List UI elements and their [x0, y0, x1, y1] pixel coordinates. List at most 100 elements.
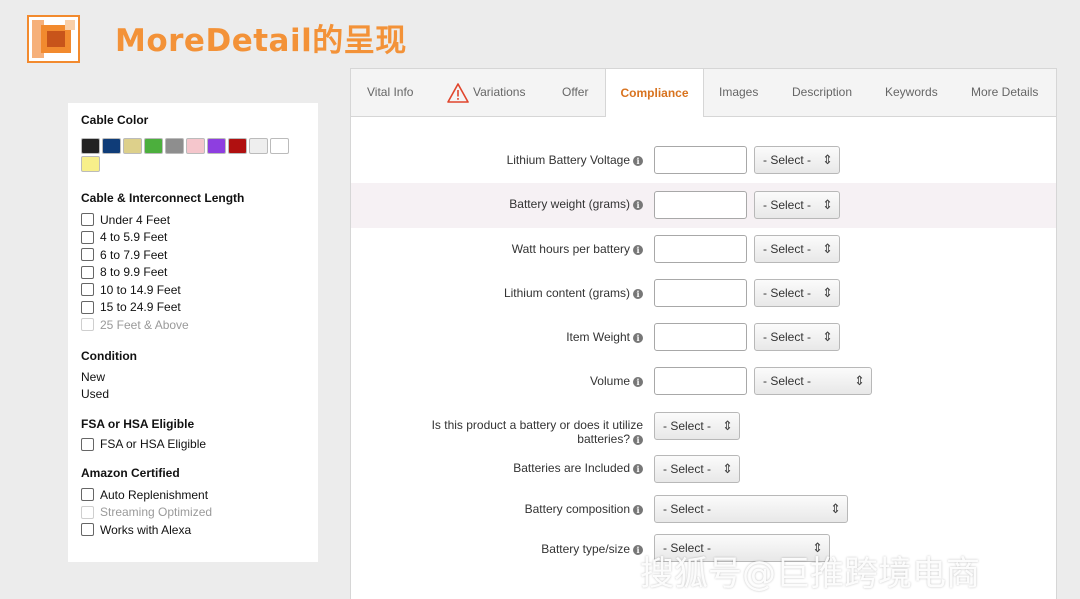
info-icon[interactable]: i	[633, 155, 643, 166]
color-swatch[interactable]	[228, 138, 247, 154]
field-label: Is this product a battery or does it uti…	[431, 418, 643, 446]
field-label: Lithium Battery Voltage i	[507, 153, 643, 167]
select-arrows-icon: ⇕	[822, 329, 833, 344]
warning-icon	[447, 82, 469, 103]
color-swatch[interactable]	[81, 138, 100, 154]
filter-panel: Cable Color Cable & Interconnect Length …	[68, 103, 318, 562]
checkbox-label: Auto Replenishment	[100, 487, 209, 502]
info-icon[interactable]: i	[633, 504, 643, 515]
cable-length-checkbox[interactable]: 10 to 14.9 Feet	[81, 281, 318, 299]
amazon-certified-heading: Amazon Certified	[81, 466, 180, 480]
battery-weight-unit-select[interactable]: - Select - ⇕	[754, 191, 840, 219]
color-swatch[interactable]	[249, 138, 268, 154]
select-arrows-icon: ⇕	[822, 152, 833, 167]
field-label: Volume i	[590, 374, 643, 388]
select-arrows-icon: ⇕	[830, 501, 841, 516]
tab-compliance[interactable]: Compliance	[605, 69, 704, 117]
info-icon[interactable]: i	[633, 288, 643, 299]
tab-bar: Vital Info Variations Offer Compliance I…	[351, 69, 1056, 117]
volume-unit-select[interactable]: - Select - ⇕	[754, 367, 872, 395]
item-weight-input[interactable]	[654, 323, 747, 351]
field-label: Item Weight i	[566, 330, 643, 344]
select-arrows-icon: ⇕	[822, 285, 833, 300]
works-with-alexa-checkbox[interactable]: Works with Alexa	[81, 521, 318, 539]
info-icon[interactable]: i	[633, 244, 643, 255]
cable-length-checkbox[interactable]: 8 to 9.9 Feet	[81, 264, 318, 282]
product-form-panel: Vital Info Variations Offer Compliance I…	[350, 68, 1057, 599]
volume-input[interactable]	[654, 367, 747, 395]
checkbox-box[interactable]	[81, 283, 94, 297]
is-battery-select[interactable]: - Select - ⇕	[654, 412, 740, 440]
checkbox-label: 4 to 5.9 Feet	[100, 230, 168, 245]
cable-length-checkbox[interactable]: Under 4 Feet	[81, 211, 318, 229]
batteries-included-select[interactable]: - Select - ⇕	[654, 455, 740, 483]
checkbox-box[interactable]	[81, 248, 94, 262]
lithium-content-unit-select[interactable]: - Select - ⇕	[754, 279, 840, 307]
field-label: Watt hours per battery i	[512, 242, 643, 256]
tab-offer[interactable]: Offer	[562, 69, 588, 116]
color-swatch[interactable]	[165, 138, 184, 154]
color-swatch[interactable]	[144, 138, 163, 154]
tab-description[interactable]: Description	[792, 69, 852, 116]
tab-more-details[interactable]: More Details	[971, 69, 1038, 116]
lithium-voltage-input[interactable]	[654, 146, 747, 174]
checkbox-box[interactable]	[81, 437, 94, 451]
slide-title: MoreDetail的呈现	[115, 23, 407, 59]
item-weight-unit-select[interactable]: - Select - ⇕	[754, 323, 840, 351]
info-icon[interactable]: i	[633, 199, 643, 210]
checkbox-box[interactable]	[81, 300, 94, 314]
tab-variations[interactable]: Variations	[447, 69, 525, 116]
cable-length-checkbox[interactable]: 4 to 5.9 Feet	[81, 229, 318, 247]
checkbox-label: FSA or HSA Eligible	[100, 437, 207, 452]
checkbox-box	[81, 318, 94, 332]
tab-images[interactable]: Images	[719, 69, 758, 116]
select-arrows-icon: ⇕	[822, 241, 833, 256]
info-icon[interactable]: i	[633, 332, 643, 343]
battery-composition-select[interactable]: - Select - ⇕	[654, 495, 848, 523]
checkbox-box[interactable]	[81, 523, 94, 537]
color-swatch[interactable]	[81, 156, 100, 172]
cable-length-checkbox[interactable]: 6 to 7.9 Feet	[81, 246, 318, 264]
checkbox-box[interactable]	[81, 265, 94, 279]
condition-heading: Condition	[81, 348, 137, 363]
info-icon[interactable]: i	[633, 434, 643, 445]
checkbox-label: Under 4 Feet	[100, 212, 171, 227]
lithium-content-input[interactable]	[654, 279, 747, 307]
form-row-battery-weight: Battery weight (grams) i - Select - ⇕	[351, 183, 1056, 228]
cable-length-options: Under 4 Feet 4 to 5.9 Feet 6 to 7.9 Feet 8 …	[81, 211, 318, 334]
color-swatch[interactable]	[207, 138, 226, 154]
cable-length-checkbox[interactable]: 15 to 24.9 Feet	[81, 299, 318, 317]
form-row-batteries-included: Batteries are Included i - Select - ⇕	[351, 448, 1056, 492]
field-label: Battery composition i	[525, 502, 643, 516]
checkbox-box	[81, 505, 94, 519]
checkbox-label: 25 Feet & Above	[100, 317, 189, 332]
fsa-eligible-checkbox[interactable]: FSA or HSA Eligible	[81, 436, 318, 454]
cable-length-heading: Cable & Interconnect Length	[81, 191, 245, 205]
checkbox-box[interactable]	[81, 230, 94, 244]
watt-hours-input[interactable]	[654, 235, 747, 263]
checkbox-label: 15 to 24.9 Feet	[100, 300, 181, 315]
condition-used-link[interactable]: Used	[81, 386, 318, 403]
cable-length-checkbox: 25 Feet & Above	[81, 316, 318, 334]
info-icon[interactable]: i	[633, 463, 643, 474]
color-swatch[interactable]	[186, 138, 205, 154]
color-swatch[interactable]	[123, 138, 142, 154]
tab-vital-info[interactable]: Vital Info	[367, 69, 413, 116]
select-arrows-icon: ⇕	[722, 418, 733, 433]
color-swatch[interactable]	[102, 138, 121, 154]
auto-replenishment-checkbox[interactable]: Auto Replenishment	[81, 486, 318, 504]
info-icon[interactable]: i	[633, 376, 643, 387]
color-swatches	[81, 138, 301, 174]
lithium-voltage-unit-select[interactable]: - Select - ⇕	[754, 146, 840, 174]
checkbox-box[interactable]	[81, 488, 94, 502]
color-swatch[interactable]	[270, 138, 289, 154]
tab-keywords[interactable]: Keywords	[885, 69, 938, 116]
watt-hours-unit-select[interactable]: - Select - ⇕	[754, 235, 840, 263]
checkbox-box[interactable]	[81, 213, 94, 227]
condition-new-link[interactable]: New	[81, 369, 318, 386]
battery-weight-input[interactable]	[654, 191, 747, 219]
field-label: Battery type/size i	[541, 542, 643, 556]
form-row-lithium-voltage: Lithium Battery Voltage i - Select - ⇕	[351, 139, 1056, 183]
select-arrows-icon: ⇕	[722, 461, 733, 476]
form-row-item-weight: Item Weight i - Select - ⇕	[351, 316, 1056, 360]
